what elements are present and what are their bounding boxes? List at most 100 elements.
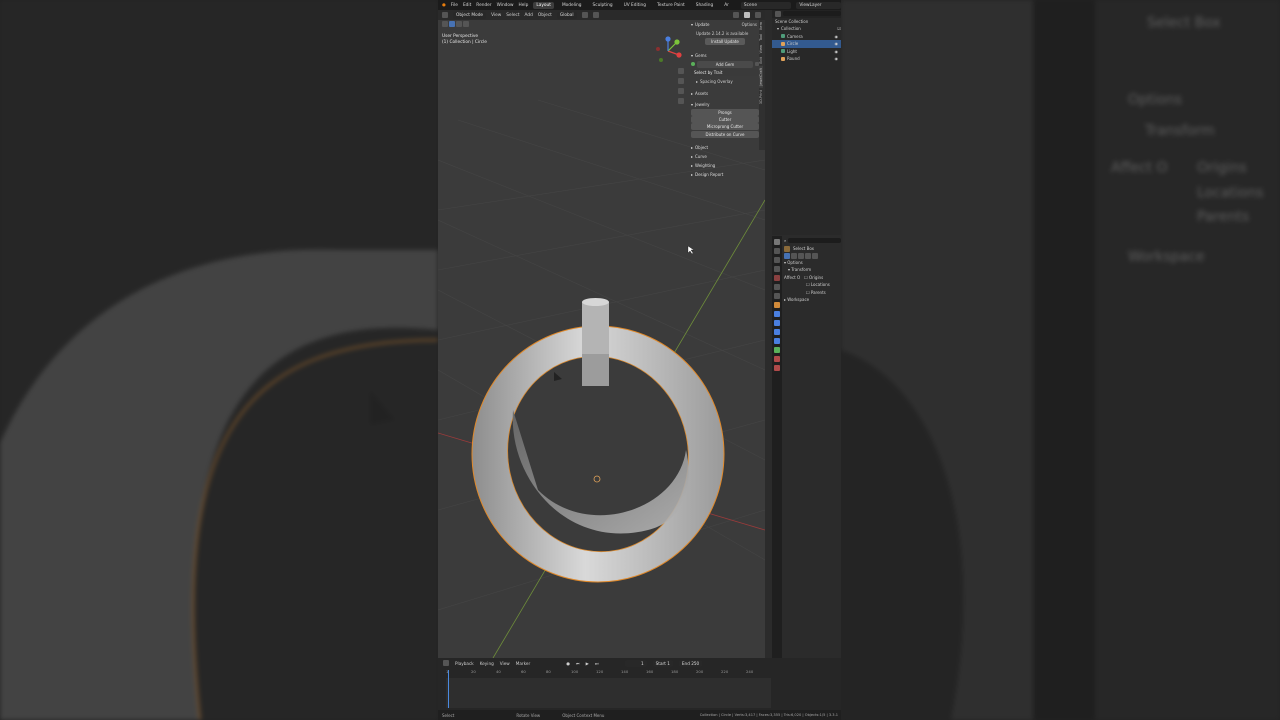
view-layer-tab-icon[interactable] [774,266,780,272]
menu-keying[interactable]: Keying [480,661,494,666]
tab-texture-paint[interactable]: Texture Paint [654,2,688,9]
proportional-edit-icon[interactable] [592,12,599,18]
outliner-editor-icon[interactable] [775,10,781,17]
orientation-selector[interactable]: Global [556,11,577,19]
select-by-trait-dropdown[interactable]: Select by Trait [691,69,759,76]
gizmo-x-axis-icon[interactable] [676,52,682,58]
scene-selector[interactable]: Scene [740,1,792,9]
shading-solid-icon[interactable] [744,12,750,18]
workspace-panel[interactable]: ▸ Workspace [784,296,841,304]
tab-sculpting[interactable]: Sculpting [590,2,616,9]
tab-jewelcraft[interactable]: JewelCraft [759,65,763,88]
world-tab-icon[interactable] [774,284,780,290]
select-box-tool-icon[interactable] [784,245,790,252]
menu-marker[interactable]: Marker [516,661,530,666]
add-gem-button[interactable]: Add Gem [697,60,753,68]
distribute-on-curve-button[interactable]: Distribute on Curve [691,131,759,138]
collection-row[interactable]: ▾ Collection ☑ [772,25,841,33]
end-frame-field[interactable]: End 250 [678,659,703,667]
snap-icon[interactable] [581,12,588,18]
collection-checkbox-icon[interactable]: ☑ [837,26,841,31]
shading-material-icon[interactable] [755,12,761,18]
checkbox-parents[interactable]: ☐ Parents [784,289,841,297]
scene-collection-row[interactable]: Scene Collection [772,18,841,26]
outliner-search-input[interactable] [783,11,841,17]
gizmo-y-axis-icon[interactable] [674,39,680,45]
mode-extend-icon[interactable] [791,252,797,259]
tab-edit[interactable]: Edit [759,55,763,66]
menu-render[interactable]: Render [476,3,491,8]
checkbox-locations[interactable]: ☐ Locations [784,281,841,289]
mode-intersect-icon[interactable] [812,252,818,259]
menu-window[interactable]: Window [497,3,514,8]
play-icon[interactable]: ▶ [586,661,589,666]
material-tab-icon[interactable] [774,356,780,362]
menu-object[interactable]: Object [538,13,552,18]
editor-type-icon[interactable] [442,12,448,18]
assets-section[interactable]: ▸ Assets [691,89,759,98]
jump-end-icon[interactable]: ⏭ [595,661,599,666]
cutter-button[interactable]: Cutter [691,116,759,123]
spacing-overlay-row[interactable]: ▸ Spacing Overlay [691,77,759,85]
tab-layout[interactable]: Layout [533,1,554,9]
tweak-icon[interactable] [442,21,448,27]
playhead[interactable] [448,670,449,708]
visibility-eye-icon[interactable]: ◉ [835,34,839,39]
tab-item[interactable]: Item [759,20,763,32]
outliner-item-light[interactable]: Light ◉ [772,48,841,56]
tab-shading[interactable]: Shading [693,2,716,9]
mode-subtract-icon[interactable] [798,252,804,259]
tab-tool[interactable]: Tool [759,32,763,43]
physics-tab-icon[interactable] [774,329,780,335]
tab-modeling[interactable]: Modeling [559,2,585,9]
output-tab-icon[interactable] [774,257,780,263]
options-panel[interactable]: ▾ Options [784,259,841,267]
tab-more[interactable]: Ar [721,2,732,9]
jewelry-section[interactable]: ▾ Jewelry [691,100,759,109]
select-subtract-icon[interactable] [463,21,469,27]
transform-panel[interactable]: ▾ Transform [784,266,841,274]
tool-tab-icon[interactable] [774,239,780,245]
outliner-item-camera[interactable]: Camera ◉ [772,33,841,41]
render-tab-icon[interactable] [774,248,780,254]
menu-select[interactable]: Select [506,13,519,18]
view-layer-selector[interactable]: ViewLayer [796,1,841,9]
data-tab-icon[interactable] [774,347,780,353]
mode-invert-icon[interactable] [805,252,811,259]
gizmo-z-axis-icon[interactable] [665,36,671,42]
mode-selector[interactable]: Object Mode [453,11,487,19]
tab-3d-print[interactable]: 3D-Print [759,88,763,106]
outliner-item-round[interactable]: Round ◉ [772,55,841,63]
modifier-tab-icon[interactable] [774,311,780,317]
menu-timeline-view[interactable]: View [500,661,510,666]
blender-logo-icon[interactable]: ● [442,3,446,8]
object-section[interactable]: ▸ Object [691,143,759,152]
constraints-tab-icon[interactable] [774,338,780,344]
timeline-ruler[interactable]: 120406080100120140160180200220240 [446,668,771,676]
record-icon[interactable]: ● [566,661,570,666]
visibility-eye-icon[interactable]: ◉ [835,41,839,46]
timeline-editor-icon[interactable] [443,660,449,666]
tab-view[interactable]: View [759,43,763,55]
mode-set-icon[interactable] [784,252,790,259]
props-search-input[interactable] [788,238,841,243]
current-frame-field[interactable]: 1 [624,659,647,667]
tab-uv-editing[interactable]: UV Editing [621,2,649,9]
menu-help[interactable]: Help [519,3,529,8]
menu-file[interactable]: File [451,3,458,8]
visibility-eye-icon[interactable]: ◉ [835,49,839,54]
start-frame-field[interactable]: Start 1 [652,659,673,667]
grid-perspective-icon[interactable] [678,98,684,104]
prongs-button[interactable]: Prongs [691,109,759,116]
texture-tab-icon[interactable] [774,365,780,371]
update-section[interactable]: ▾ Update [691,20,759,29]
microprong-cutter-button[interactable]: Microprong Cutter [691,123,759,130]
jump-start-icon[interactable]: ⏮ [576,661,580,666]
menu-add[interactable]: Add [525,13,533,18]
menu-edit[interactable]: Edit [463,3,471,8]
gems-section[interactable]: ▾ Gems [691,51,759,60]
menu-playback[interactable]: Playback [455,661,474,666]
navigation-gizmo[interactable] [653,36,683,66]
install-update-button[interactable]: Install Update [705,38,745,45]
pan-hand-icon[interactable] [678,78,684,84]
